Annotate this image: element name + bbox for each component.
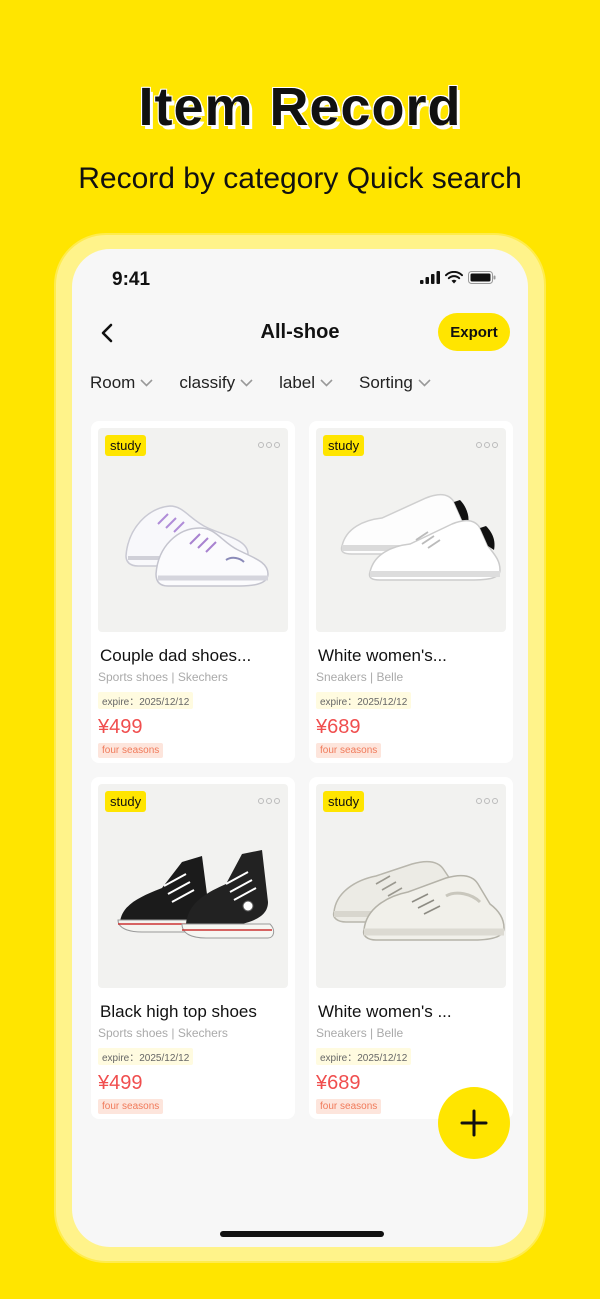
item-tag: study xyxy=(105,435,147,456)
item-expire: expire：2025/12/12 xyxy=(316,1048,412,1065)
item-tag: study xyxy=(323,791,365,812)
item-card[interactable]: study White women's ... Sneakers | Belle… xyxy=(309,777,513,1119)
item-name: White women's... xyxy=(318,646,447,665)
item-expire: expire：2025/12/12 xyxy=(98,692,194,709)
item-name: Black high top shoes xyxy=(100,1002,257,1021)
item-brand: Sports shoes | Skechers xyxy=(98,670,228,684)
plus-icon xyxy=(460,1109,488,1137)
back-button[interactable] xyxy=(94,319,122,347)
status-time: 9:41 xyxy=(112,269,151,290)
item-name: Couple dad shoes... xyxy=(100,646,252,665)
filter-label: Sorting xyxy=(359,373,413,392)
promo-subtitle: Record by category Quick search xyxy=(78,162,522,195)
item-image: study xyxy=(316,784,506,988)
item-expire: expire：2025/12/12 xyxy=(316,692,412,709)
filter-bar: Room classify label Sorting xyxy=(90,373,431,393)
season-badge: four seasons xyxy=(316,743,382,758)
item-brand: Sneakers | Belle xyxy=(316,1026,404,1040)
item-price: ¥499 xyxy=(98,1072,143,1094)
more-options-icon[interactable] xyxy=(476,442,498,448)
item-image: study xyxy=(98,428,288,632)
filter-label: classify xyxy=(179,373,236,392)
white-chunky-sneaker-image xyxy=(332,860,505,941)
high-top-sneaker-image xyxy=(117,850,275,939)
item-card[interactable]: study Couple dad shoes... Sports shoes |… xyxy=(91,421,295,763)
chevron-left-icon xyxy=(101,323,113,343)
item-grid: study Couple dad shoes... Sports shoes |… xyxy=(91,421,513,1119)
chevron-down-icon xyxy=(320,379,333,387)
battery-icon xyxy=(468,271,496,284)
filter-sorting[interactable]: Sorting xyxy=(359,373,431,393)
more-options-icon[interactable] xyxy=(258,442,280,448)
chunky-sneaker-image xyxy=(125,505,269,587)
promo-title: Item Record xyxy=(138,77,462,137)
filter-label-text: label xyxy=(279,373,316,392)
item-card[interactable]: study Black high top shoes Sports shoes … xyxy=(91,777,295,1119)
season-badge: four seasons xyxy=(98,743,164,758)
item-price: ¥689 xyxy=(316,716,361,738)
more-options-icon[interactable] xyxy=(476,798,498,804)
item-brand: Sports shoes | Skechers xyxy=(98,1026,228,1040)
signal-icon xyxy=(420,271,440,284)
white-sneaker-image xyxy=(340,494,501,581)
more-options-icon[interactable] xyxy=(258,798,280,804)
item-tag: study xyxy=(105,791,147,812)
status-icons xyxy=(420,271,496,284)
item-image: study xyxy=(98,784,288,988)
phone-frame: 9:41 All-shoe Export Room classify label… xyxy=(54,233,546,1263)
filter-label[interactable]: label xyxy=(279,373,333,393)
app-screen: 9:41 All-shoe Export Room classify label… xyxy=(72,249,528,1247)
item-tag: study xyxy=(323,435,365,456)
filter-classify[interactable]: classify xyxy=(179,373,253,393)
chevron-down-icon xyxy=(240,379,253,387)
filter-label: Room xyxy=(90,373,136,392)
home-indicator xyxy=(220,1231,384,1237)
chevron-down-icon xyxy=(140,379,153,387)
item-brand: Sneakers | Belle xyxy=(316,670,404,684)
item-name: White women's ... xyxy=(318,1002,452,1021)
export-button[interactable]: Export xyxy=(438,313,510,351)
item-card[interactable]: study White women's... Sneakers | Belle … xyxy=(309,421,513,763)
item-image: study xyxy=(316,428,506,632)
nav-bar: All-shoe Export xyxy=(72,311,528,355)
chevron-down-icon xyxy=(418,379,431,387)
season-badge: four seasons xyxy=(316,1099,382,1114)
item-expire: expire：2025/12/12 xyxy=(98,1048,194,1065)
status-bar: 9:41 xyxy=(72,249,528,305)
season-badge: four seasons xyxy=(98,1099,164,1114)
wifi-icon xyxy=(445,271,463,284)
item-price: ¥499 xyxy=(98,716,143,738)
filter-room[interactable]: Room xyxy=(90,373,153,393)
add-item-button[interactable] xyxy=(438,1087,510,1159)
